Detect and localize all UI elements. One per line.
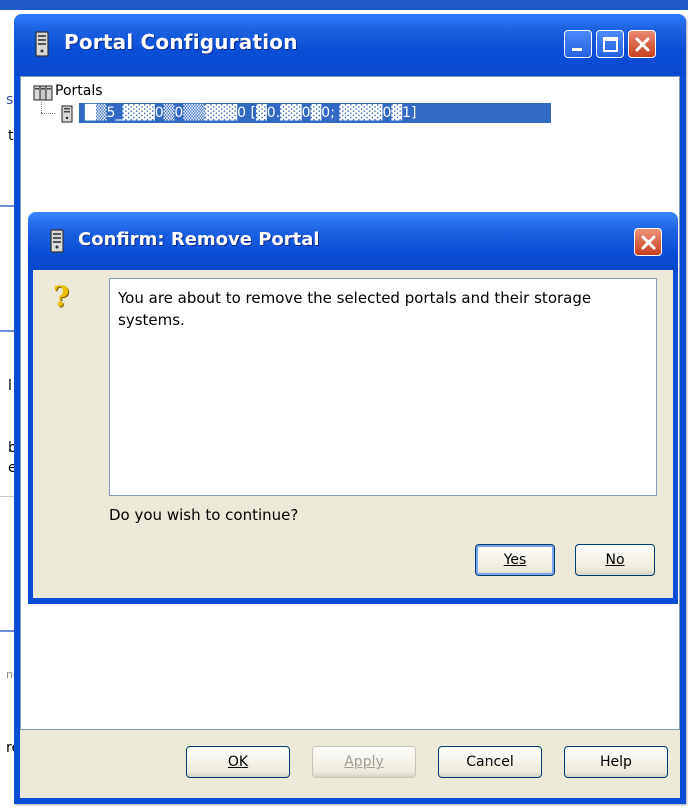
apply-button[interactable]: Apply bbox=[312, 746, 416, 778]
dialog-title: Confirm: Remove Portal bbox=[78, 229, 320, 250]
window-titlebar[interactable]: Portal Configuration bbox=[14, 14, 686, 76]
dialog-titlebar[interactable]: Confirm: Remove Portal bbox=[28, 212, 678, 270]
servers-icon bbox=[33, 85, 53, 101]
close-icon bbox=[635, 37, 650, 52]
tree-item-portal-selected[interactable]: █▒5_▓▓▓0▒0▒▒▓▓▓0 [▓0.▓▓0▓0; ▓▓▓▓0▓1] bbox=[79, 103, 551, 123]
maximize-icon bbox=[603, 37, 618, 52]
background-text: t bbox=[8, 128, 14, 144]
dialog-message-box: You are about to remove the selected por… bbox=[109, 278, 657, 496]
dialog-client-area: ? You are about to remove the selected p… bbox=[33, 270, 673, 598]
cancel-button[interactable]: Cancel bbox=[438, 746, 542, 778]
dialog-message: You are about to remove the selected por… bbox=[118, 289, 592, 329]
background-taskbar-edge bbox=[0, 0, 688, 10]
help-button[interactable]: Help bbox=[564, 746, 668, 778]
minimize-button[interactable] bbox=[564, 30, 592, 58]
maximize-button[interactable] bbox=[596, 30, 624, 58]
close-icon bbox=[641, 235, 656, 250]
server-icon bbox=[50, 229, 64, 253]
question-icon: ? bbox=[53, 280, 70, 313]
yes-button[interactable]: Yes bbox=[475, 544, 555, 576]
minimize-icon bbox=[572, 48, 582, 51]
close-window-button[interactable] bbox=[628, 30, 656, 58]
ok-button-label: OK bbox=[227, 754, 249, 770]
server-icon bbox=[61, 105, 73, 123]
apply-button-label: Apply bbox=[344, 754, 384, 770]
no-button-label: No bbox=[605, 552, 625, 568]
ok-button[interactable]: OK bbox=[186, 746, 290, 778]
cancel-button-label: Cancel bbox=[466, 754, 514, 770]
background-text: l bbox=[8, 378, 12, 394]
help-button-label: Help bbox=[600, 754, 632, 770]
window-title: Portal Configuration bbox=[64, 30, 298, 54]
tree-connector bbox=[41, 99, 43, 113]
no-button[interactable]: No bbox=[575, 544, 655, 576]
confirm-remove-portal-dialog: Confirm: Remove Portal ? You are about t… bbox=[28, 212, 678, 604]
server-icon bbox=[35, 31, 49, 57]
dialog-prompt: Do you wish to continue? bbox=[109, 506, 299, 524]
tree-connector bbox=[41, 113, 55, 115]
yes-button-label: Yes bbox=[503, 552, 527, 568]
dialog-close-button[interactable] bbox=[634, 228, 662, 256]
background-text: s bbox=[6, 92, 14, 108]
tree-root-label: Portals bbox=[55, 83, 103, 99]
